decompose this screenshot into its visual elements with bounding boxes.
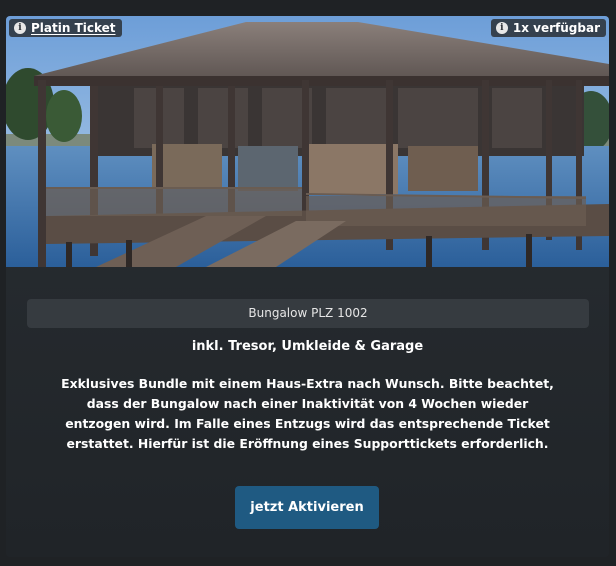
bungalow-image: i Platin Ticket i 1x verfügbar	[6, 16, 609, 267]
ticket-tier-label[interactable]: Platin Ticket	[31, 19, 116, 37]
ticket-tier-badge[interactable]: i Platin Ticket	[9, 19, 122, 37]
info-icon: i	[14, 22, 26, 34]
property-description: Exklusives Bundle mit einem Haus-Extra n…	[61, 376, 554, 451]
ticket-card: i Platin Ticket i 1x verfügbar Bungalow …	[6, 16, 609, 557]
info-icon: i	[495, 22, 508, 34]
activate-button[interactable]: jetzt Aktivieren	[235, 486, 379, 529]
availability-badge: i 1x verfügbar	[490, 19, 606, 37]
property-name: Bungalow PLZ 1002	[27, 299, 589, 328]
property-extras: inkl. Tresor, Umkleide & Garage	[191, 339, 424, 354]
availability-label: 1x verfügbar	[512, 21, 600, 35]
